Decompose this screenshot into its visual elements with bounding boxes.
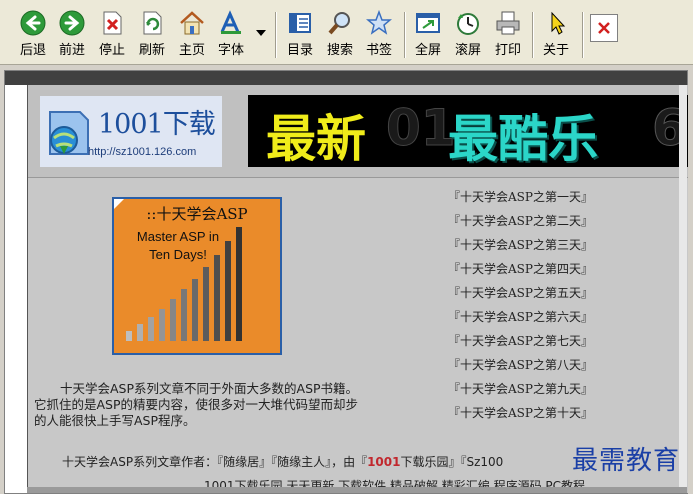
toolbar-separator	[582, 12, 584, 58]
about-button[interactable]: 关于	[537, 10, 575, 62]
chapter-link[interactable]: 『十天学会ASP之第一天』	[448, 185, 668, 209]
toolbar-separator	[275, 12, 277, 58]
home-button[interactable]: 主页	[173, 10, 211, 62]
chapter-link[interactable]: 『十天学会ASP之第二天』	[448, 209, 668, 233]
stop-button[interactable]: 停止	[93, 10, 131, 62]
chapter-link[interactable]: 『十天学会ASP之第五天』	[448, 281, 668, 305]
print-button[interactable]: 打印	[489, 10, 527, 62]
viewer-top-edge	[5, 71, 687, 85]
chapter-link[interactable]: 『十天学会ASP之第九天』	[448, 377, 668, 401]
forward-button[interactable]: 前进	[53, 10, 91, 62]
toolbar-separator	[532, 12, 534, 58]
autoscroll-button[interactable]: 滚屏	[449, 10, 487, 62]
cover-title: ::十天学会ASP	[146, 205, 248, 223]
forward-label: 前进	[58, 43, 85, 58]
close-icon	[598, 22, 610, 34]
cover-bar	[203, 267, 209, 341]
intro-paragraph: 十天学会ASP系列文章不同于外面大多数的ASP书籍。它抓住的是ASP的精要内容，…	[34, 381, 359, 428]
contents-label: 目录	[286, 43, 313, 58]
banner-text-ghost: 01	[386, 99, 457, 158]
chapter-link[interactable]: 『十天学会ASP之第六天』	[448, 305, 668, 329]
logo-url: http://sz1001.126.com	[88, 146, 197, 158]
printer-icon	[496, 11, 520, 35]
cursor-icon	[551, 11, 566, 35]
close-button[interactable]	[590, 14, 618, 42]
refresh-icon	[143, 11, 162, 35]
cover-bar	[225, 241, 231, 341]
contents-button[interactable]: 目录	[281, 10, 319, 62]
cover-subtitle-line2: Ten Days!	[149, 247, 207, 262]
back-arrow-icon	[20, 10, 46, 36]
contents-icon	[289, 13, 311, 33]
bookmark-button[interactable]: 书签	[360, 10, 398, 62]
chapter-link[interactable]: 『十天学会ASP之第十天』	[448, 401, 668, 425]
cover-bar	[148, 317, 154, 341]
stop-label: 停止	[98, 43, 125, 58]
document-viewer: 1001下载 http://sz1001.126.com 最新 01 最酷乐 6…	[4, 70, 688, 494]
print-label: 打印	[494, 43, 521, 58]
banner: 最新 01 最酷乐 6	[248, 95, 688, 167]
banner-text-yellow: 最新	[266, 110, 366, 167]
search-label: 搜索	[326, 43, 353, 58]
home-label: 主页	[178, 43, 205, 58]
logo-text: 1001下载	[98, 109, 216, 140]
cover-bar	[126, 331, 132, 341]
chapter-link[interactable]: 『十天学会ASP之第八天』	[448, 353, 668, 377]
bookmark-label: 书签	[365, 43, 392, 58]
autoscroll-label: 滚屏	[454, 43, 481, 58]
authors-prefix: 十天学会ASP系列文章作者：『随缘居』『随缘主人』，由『	[62, 455, 368, 469]
chapter-link[interactable]: 『十天学会ASP之第四天』	[448, 257, 668, 281]
horizontal-scrollbar[interactable]	[27, 487, 687, 493]
book-cover[interactable]: ::十天学会ASP Master ASP in Ten Days!	[112, 197, 282, 355]
cover-bar	[181, 289, 187, 341]
cover-bar	[170, 299, 176, 341]
search-button[interactable]: 搜索	[321, 10, 359, 62]
fullscreen-button[interactable]: 全屏	[409, 10, 447, 62]
cover-bar	[236, 227, 242, 341]
watermark-text: 最需教育	[572, 446, 681, 476]
authors-highlight: 1001	[367, 455, 401, 469]
toolbar: 后退 前进 停止 刷新 主页 字体 目录 搜索 书签 全屏 滚屏 打印 关于	[0, 0, 693, 65]
back-label: 后退	[19, 43, 46, 58]
chapter-link[interactable]: 『十天学会ASP之第七天』	[448, 329, 668, 353]
back-button[interactable]: 后退	[14, 10, 52, 62]
autoscroll-icon	[457, 13, 479, 35]
about-label: 关于	[542, 43, 569, 58]
refresh-button[interactable]: 刷新	[133, 10, 171, 62]
bookmark-star-icon	[366, 10, 392, 35]
search-icon	[328, 12, 350, 35]
cover-bar	[214, 255, 220, 341]
chapter-link[interactable]: 『十天学会ASP之第三天』	[448, 233, 668, 257]
toolbar-separator	[404, 12, 406, 58]
font-button[interactable]: 字体	[212, 10, 250, 62]
page-content: 1001下载 http://sz1001.126.com 最新 01 最酷乐 6…	[27, 85, 688, 493]
home-icon	[180, 11, 204, 35]
banner-text-cyan: 最酷乐	[448, 110, 598, 167]
refresh-label: 刷新	[138, 43, 165, 58]
cover-bar	[159, 309, 165, 341]
vertical-scrollbar[interactable]	[679, 85, 687, 493]
site-logo[interactable]: 1001下载 http://sz1001.126.com	[40, 96, 222, 167]
stop-icon	[103, 11, 122, 35]
cover-bar	[137, 324, 143, 341]
font-dropdown-arrow-icon[interactable]	[256, 30, 266, 36]
font-icon	[220, 10, 241, 34]
cover-bar	[192, 279, 198, 341]
chapter-list: 『十天学会ASP之第一天』 『十天学会ASP之第二天』 『十天学会ASP之第三天』『…	[448, 185, 668, 425]
cover-subtitle-line1: Master ASP in	[136, 229, 220, 244]
page-header: 1001下载 http://sz1001.126.com 最新 01 最酷乐 6	[28, 85, 688, 178]
fullscreen-label: 全屏	[414, 43, 441, 58]
font-label: 字体	[217, 43, 244, 58]
fullscreen-icon	[416, 13, 440, 33]
authors-suffix: 下载乐园』『Sz100	[400, 455, 504, 469]
forward-arrow-icon	[59, 10, 85, 36]
